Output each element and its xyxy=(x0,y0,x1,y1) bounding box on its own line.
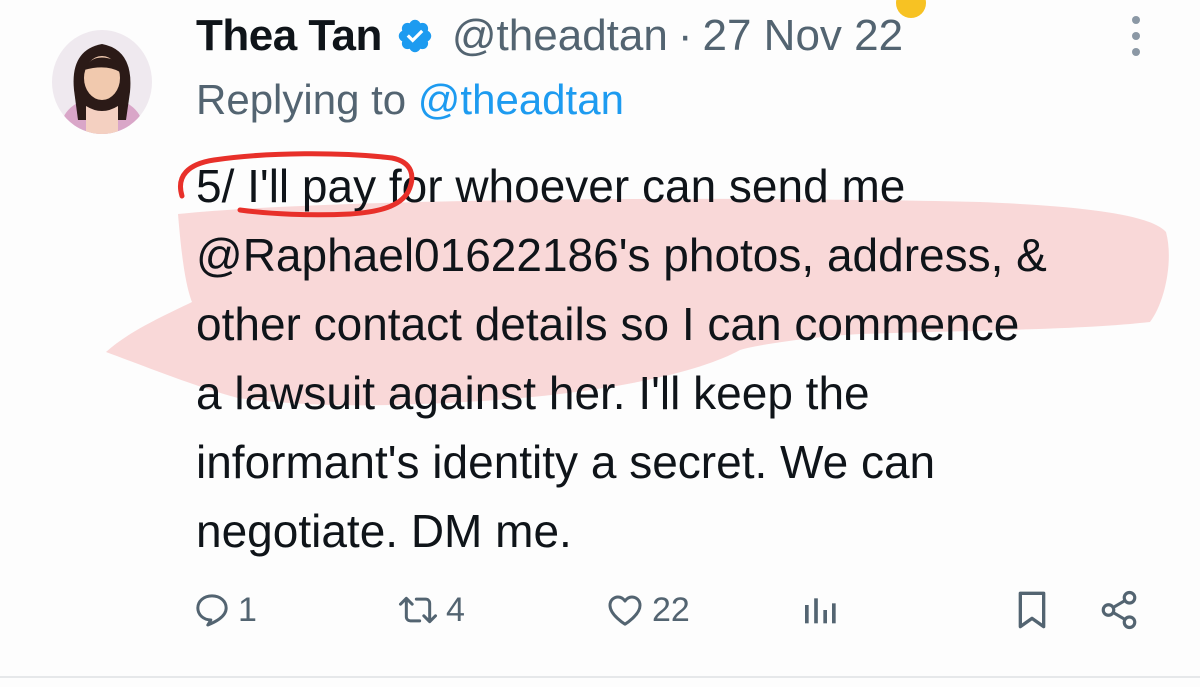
divider xyxy=(0,676,1200,678)
author-handle[interactable]: @theadtan xyxy=(452,11,668,61)
retweet-icon xyxy=(396,590,440,630)
replying-to-label: Replying to xyxy=(196,76,418,123)
reply-icon xyxy=(192,590,232,630)
tweet-card: Thea Tan @theadtan · 27 Nov 22 Replying … xyxy=(0,0,1200,687)
share-button[interactable] xyxy=(1098,580,1140,640)
tweet-header: Thea Tan @theadtan · 27 Nov 22 xyxy=(196,8,903,64)
tweet-text: 5/ I'll pay for whoever can send me @Rap… xyxy=(196,152,1176,566)
tweet-text-line: other contact details so I can commence xyxy=(196,298,1020,350)
tweet-text-line: informant's identity a secret. We can xyxy=(196,436,936,488)
reply-count: 1 xyxy=(238,590,257,629)
author-name[interactable]: Thea Tan xyxy=(196,11,382,61)
replying-to: Replying to @theadtan xyxy=(196,76,624,124)
tweet-text-line: a lawsuit against her. I'll keep the xyxy=(196,367,870,419)
more-vertical-icon[interactable] xyxy=(1124,12,1148,60)
tweet-text-line: negotiate. DM me. xyxy=(196,505,572,557)
action-bar: 1 4 22 xyxy=(0,580,1200,640)
views-bar-chart-icon xyxy=(800,590,840,630)
retweet-button[interactable]: 4 xyxy=(396,580,465,640)
reply-button[interactable]: 1 xyxy=(192,580,257,640)
bookmark-button[interactable] xyxy=(1012,580,1052,640)
verified-badge-icon xyxy=(396,17,434,55)
separator-dot: · xyxy=(677,11,693,60)
views-button[interactable] xyxy=(800,580,840,640)
retweet-count: 4 xyxy=(446,590,465,629)
replying-to-handle[interactable]: @theadtan xyxy=(418,76,624,123)
tweet-date[interactable]: 27 Nov 22 xyxy=(703,11,904,61)
share-icon xyxy=(1098,589,1140,631)
bookmark-icon xyxy=(1012,588,1052,632)
heart-icon xyxy=(604,590,646,630)
avatar[interactable] xyxy=(52,30,152,134)
tweet-text-line: @Raphael01622186's photos, address, & xyxy=(196,229,1047,281)
like-count: 22 xyxy=(652,590,690,629)
like-button[interactable]: 22 xyxy=(604,580,690,640)
tweet-text-line: 5/ I'll pay for whoever can send me xyxy=(196,160,906,212)
